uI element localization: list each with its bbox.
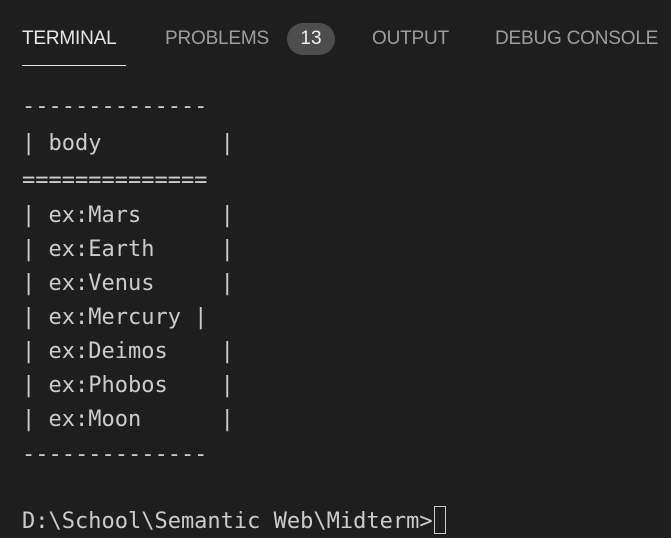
terminal-line: | body | xyxy=(22,131,234,156)
terminal-output[interactable]: -------------- | body | ============== |… xyxy=(22,90,662,534)
tab-terminal[interactable]: TERMINAL xyxy=(22,27,117,51)
terminal-line: -------------- xyxy=(22,94,208,119)
problems-count-badge: 13 xyxy=(287,23,335,55)
terminal-line: | ex:Earth | xyxy=(22,237,234,262)
terminal-line: | ex:Mars | xyxy=(22,203,234,228)
terminal-line: | ex:Mercury | xyxy=(22,305,208,330)
terminal-line: ============== xyxy=(22,168,208,193)
active-tab-indicator xyxy=(22,65,126,66)
panel-tab-bar: TERMINAL PROBLEMS 13 OUTPUT DEBUG CONSOL… xyxy=(0,0,671,80)
terminal-line: | ex:Deimos | xyxy=(22,339,234,364)
terminal-line: | ex:Venus | xyxy=(22,271,234,296)
tab-output[interactable]: OUTPUT xyxy=(372,27,449,51)
terminal-prompt[interactable]: D:\School\Semantic Web\Midterm> xyxy=(22,505,446,538)
tab-debug-console[interactable]: DEBUG CONSOLE xyxy=(495,27,658,51)
terminal-panel: TERMINAL PROBLEMS 13 OUTPUT DEBUG CONSOL… xyxy=(0,0,671,538)
tab-problems[interactable]: PROBLEMS xyxy=(165,27,269,51)
terminal-line: -------------- xyxy=(22,442,208,467)
terminal-line: | ex:Moon | xyxy=(22,407,234,432)
prompt-path: D:\School\Semantic Web\Midterm> xyxy=(22,509,433,534)
text-cursor xyxy=(433,506,446,534)
terminal-line: | ex:Phobos | xyxy=(22,373,234,398)
